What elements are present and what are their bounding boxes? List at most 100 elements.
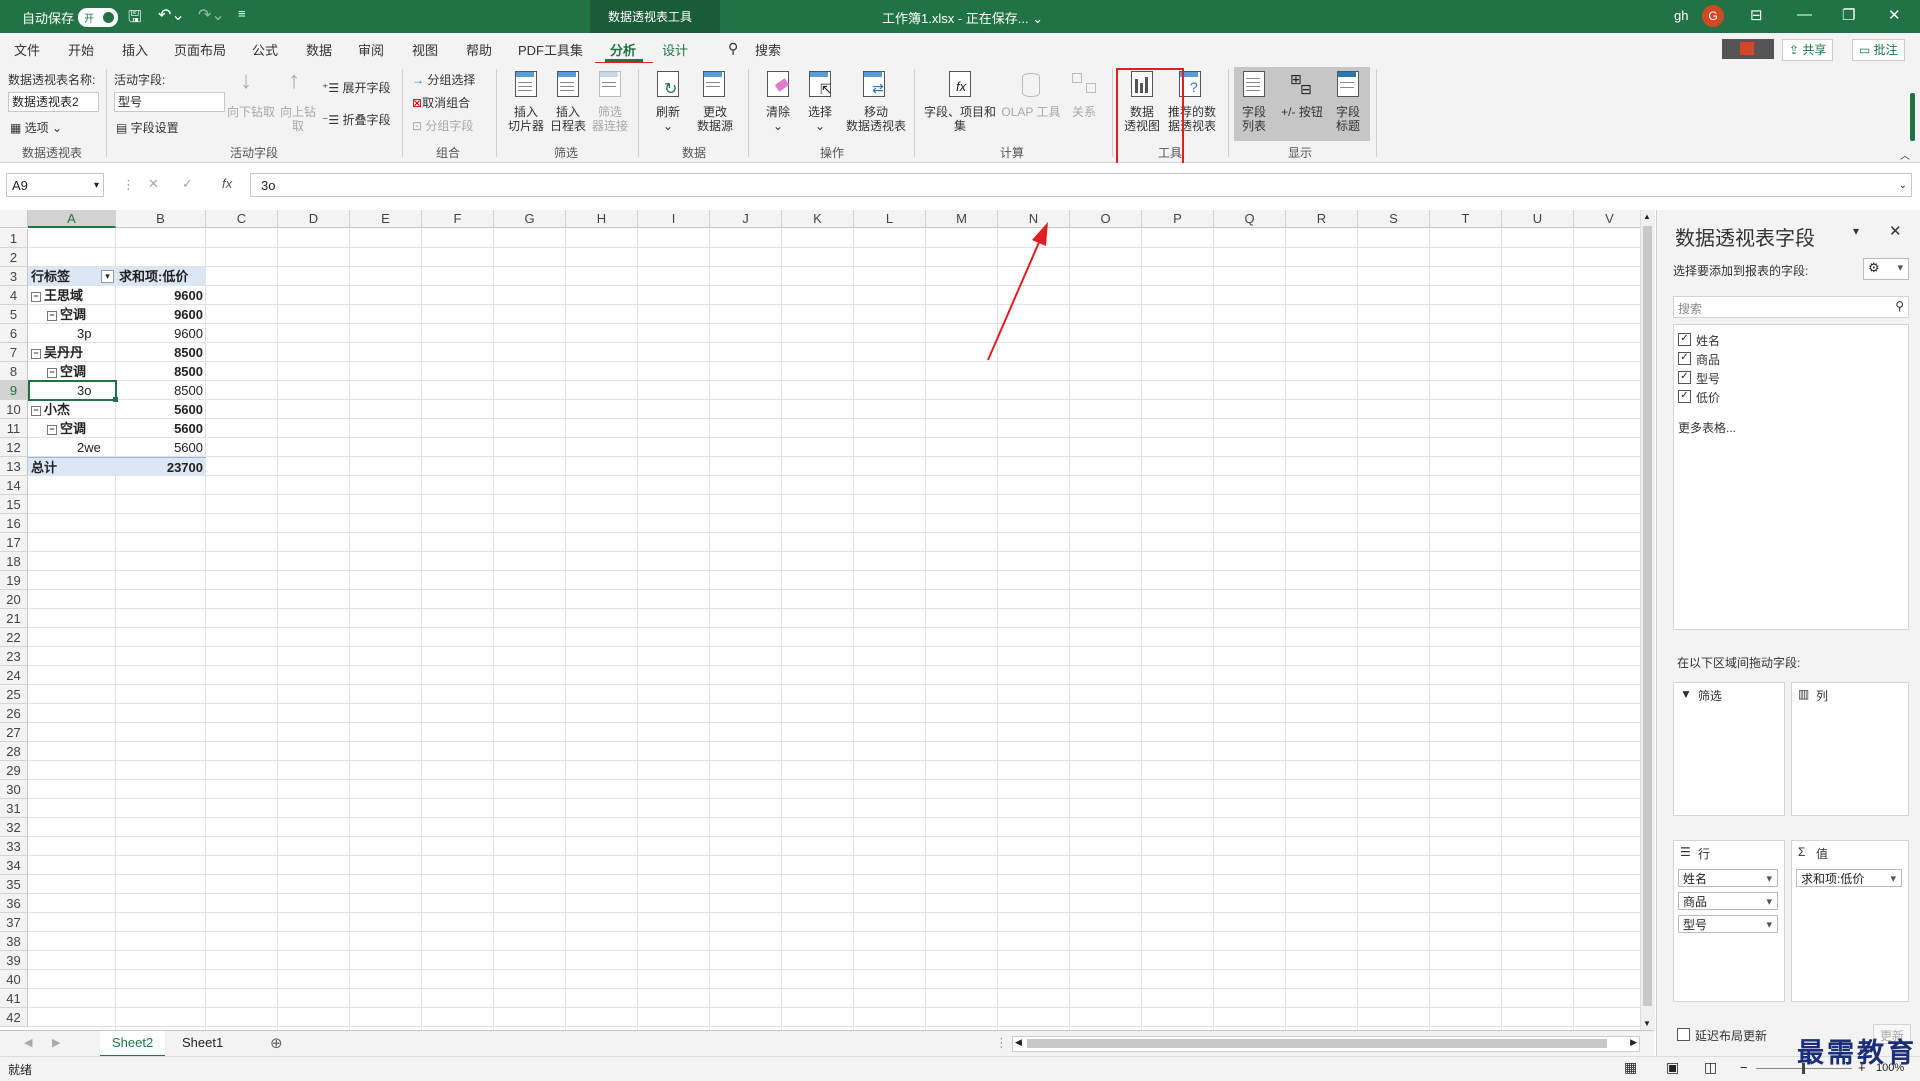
column-header-d[interactable]: D [278, 210, 350, 228]
row-header-37[interactable]: 37 [0, 913, 28, 932]
row-header-38[interactable]: 38 [0, 932, 28, 951]
column-header-g[interactable]: G [494, 210, 566, 228]
filter-connections-button[interactable]: 筛选 器连接 [588, 105, 632, 133]
field-headers-button[interactable]: 字段 标题 [1326, 105, 1370, 133]
group-field-button[interactable]: ⊡ 分组字段 [412, 117, 473, 134]
scroll-up-icon[interactable]: ▲ [1643, 212, 1651, 221]
worksheet-grid[interactable]: ABCDEFGHIJKLMNOPQRSTUV 1 2 3 4 5 6 7 8 9 10 11 12 13… [0, 210, 1640, 1030]
row-labels-filter-icon[interactable]: ▾ [101, 270, 114, 283]
insert-slicer-button[interactable]: 插入 切片器 [504, 105, 548, 133]
row-header-36[interactable]: 36 [0, 894, 28, 913]
row-header-6[interactable]: 6 [0, 324, 28, 343]
value-field-sum-price[interactable]: 求和项:低价 [1796, 869, 1902, 888]
row-header-27[interactable]: 27 [0, 723, 28, 742]
row-header-15[interactable]: 15 [0, 495, 28, 514]
pivot-row-value[interactable]: 8500 [116, 343, 206, 362]
rows-area[interactable]: ☰ 行 姓名 商品 型号 [1673, 840, 1785, 1002]
pane-layout-gear[interactable]: ⚙ [1863, 258, 1909, 280]
pane-options-icon[interactable]: ▾ [1853, 224, 1859, 238]
row-header-23[interactable]: 23 [0, 647, 28, 666]
pivot-grand-total-label[interactable]: 总计 [28, 457, 116, 476]
collapse-toggle-icon[interactable]: − [47, 425, 57, 435]
expand-field-button[interactable]: ⁺☰ 展开字段 [322, 79, 390, 96]
tab-split-handle[interactable]: ⋮ [995, 1035, 1008, 1051]
tab-design[interactable]: 设计 [662, 40, 688, 59]
field-checkbox-product[interactable]: ✓ [1678, 352, 1691, 365]
scroll-right-icon[interactable]: ▶ [1630, 1037, 1637, 1048]
row-header-13[interactable]: 13 [0, 457, 28, 476]
prev-sheet-icon[interactable]: ◀ [24, 1036, 32, 1049]
defer-update-checkbox[interactable] [1677, 1028, 1690, 1041]
save-icon[interactable]: 🖫 [128, 6, 142, 33]
row-header-8[interactable]: 8 [0, 362, 28, 381]
tab-analyze[interactable]: 分析 [610, 40, 636, 59]
row-header-25[interactable]: 25 [0, 685, 28, 704]
pivot-row-value[interactable]: 9600 [116, 324, 206, 343]
tab-pdf-tools[interactable]: PDF工具集 [518, 40, 583, 59]
select-all-corner[interactable] [0, 210, 28, 228]
tab-review[interactable]: 审阅 [358, 40, 384, 59]
pivot-row-label[interactable]: − 空调 [28, 362, 116, 381]
columns-area[interactable]: ▥ 列 [1791, 682, 1909, 816]
avatar[interactable]: G [1702, 5, 1724, 27]
redo-icon[interactable]: ↷⌄ [198, 5, 225, 25]
column-header-e[interactable]: E [350, 210, 422, 228]
values-area[interactable]: Σ 值 求和项:低价 [1791, 840, 1909, 1002]
row-header-10[interactable]: 10 [0, 400, 28, 419]
column-header-p[interactable]: P [1142, 210, 1214, 228]
row-header-11[interactable]: 11 [0, 419, 28, 438]
row-header-24[interactable]: 24 [0, 666, 28, 685]
sheet-tab-sheet1[interactable]: Sheet1 [170, 1031, 235, 1055]
customize-qat-icon[interactable]: ≡ [238, 6, 246, 21]
comments-button[interactable]: ▭ 批注 [1852, 39, 1905, 61]
fill-handle[interactable] [113, 397, 118, 402]
active-field-input[interactable]: 型号 [114, 92, 225, 112]
row-header-26[interactable]: 26 [0, 704, 28, 723]
insert-function-icon[interactable]: fx [222, 176, 232, 191]
clear-button[interactable]: 清除 ⌄ [758, 105, 798, 133]
collapse-toggle-icon[interactable]: − [31, 292, 41, 302]
column-header-a[interactable]: A [28, 210, 116, 228]
next-sheet-icon[interactable]: ▶ [52, 1036, 60, 1049]
row-header-41[interactable]: 41 [0, 989, 28, 1008]
column-header-b[interactable]: B [116, 210, 206, 228]
page-layout-view-icon[interactable]: ▣ [1666, 1059, 1679, 1076]
row-header-32[interactable]: 32 [0, 818, 28, 837]
field-list-button[interactable]: 字段 列表 [1232, 105, 1276, 133]
cancel-formula-icon[interactable]: ✕ [148, 176, 159, 192]
pane-close-icon[interactable]: ✕ [1889, 222, 1902, 240]
column-header-k[interactable]: K [782, 210, 854, 228]
collapse-toggle-icon[interactable]: − [47, 368, 57, 378]
row-header-42[interactable]: 42 [0, 1008, 28, 1027]
field-product[interactable]: 商品 [1696, 351, 1720, 368]
ribbon-display-icon[interactable]: ⊟ [1750, 6, 1763, 24]
pivot-row-value[interactable]: 5600 [116, 419, 206, 438]
pivot-row-value[interactable]: 8500 [116, 381, 206, 400]
refresh-button[interactable]: 刷新 ⌄ [648, 105, 688, 133]
vertical-scrollbar[interactable]: ▲ ▼ [1640, 210, 1655, 1030]
vertical-scroll-thumb[interactable] [1643, 226, 1652, 1006]
field-name[interactable]: 姓名 [1696, 332, 1720, 349]
column-header-q[interactable]: Q [1214, 210, 1286, 228]
tab-page-layout[interactable]: 页面布局 [174, 40, 226, 59]
row-header-35[interactable]: 35 [0, 875, 28, 894]
minimize-icon[interactable]: — [1797, 6, 1812, 23]
row-field-name[interactable]: 姓名 [1678, 869, 1778, 888]
pivot-row-label[interactable]: 2we [28, 438, 116, 457]
tab-search[interactable]: 搜索 [755, 40, 781, 59]
insert-timeline-button[interactable]: 插入 日程表 [546, 105, 590, 133]
pivot-row-labels-header[interactable]: 行标签 ▾ [28, 267, 116, 286]
row-header-40[interactable]: 40 [0, 970, 28, 989]
column-header-i[interactable]: I [638, 210, 710, 228]
autosave-toggle[interactable]: 开 [78, 8, 118, 27]
select-button[interactable]: 选择 ⌄ [800, 105, 840, 133]
change-source-button[interactable]: 更改 数据源 [688, 105, 742, 133]
row-header-5[interactable]: 5 [0, 305, 28, 324]
column-header-o[interactable]: O [1070, 210, 1142, 228]
column-header-r[interactable]: R [1286, 210, 1358, 228]
more-tables-link[interactable]: 更多表格... [1678, 419, 1736, 436]
row-header-7[interactable]: 7 [0, 343, 28, 362]
pivot-row-value[interactable]: 8500 [116, 362, 206, 381]
tab-insert[interactable]: 插入 [122, 40, 148, 59]
move-pivot-button[interactable]: 移动 数据透视表 [840, 105, 912, 133]
